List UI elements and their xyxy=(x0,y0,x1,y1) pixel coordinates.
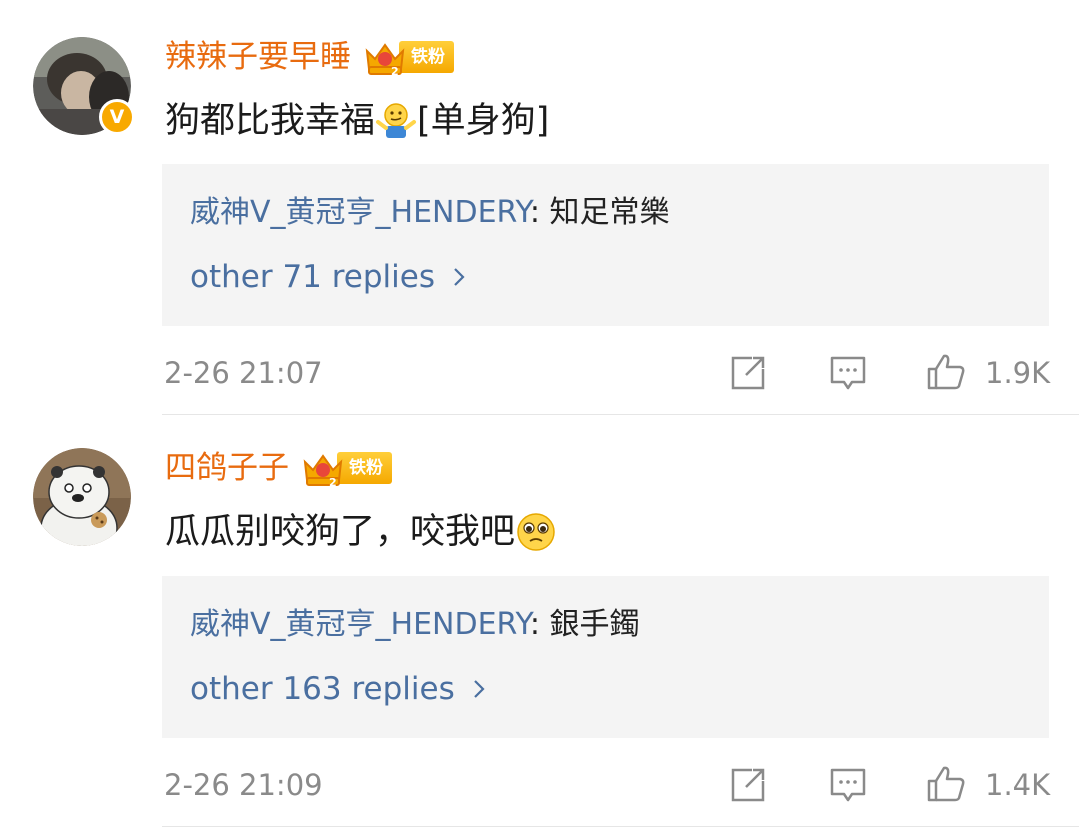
reply-content: 知足常樂 xyxy=(549,195,670,230)
more-replies-link[interactable]: other 163 replies xyxy=(190,668,485,710)
shrug-emoji-icon xyxy=(376,103,417,138)
comment-text-part: [单身狗] xyxy=(417,101,550,141)
timestamp: 2-26 21:09 xyxy=(164,768,323,802)
comment-icon[interactable] xyxy=(828,353,868,393)
reply-author[interactable]: 威神V_黄冠亨_HENDERY xyxy=(190,195,530,230)
like-count: 1.4K xyxy=(985,768,1051,802)
comment-text-part: 瓜瓜别咬狗了，咬我吧 xyxy=(165,512,516,552)
reply-line: 威神V_黄冠亨_HENDERY: 銀手鐲 xyxy=(190,604,639,646)
username[interactable]: 四鸽子子 xyxy=(165,447,289,489)
fan-badge[interactable]: 2 铁粉 xyxy=(301,450,392,488)
comment-text-part: 狗都比我幸福 xyxy=(165,101,376,141)
share-icon[interactable] xyxy=(728,765,768,805)
crown-icon: 2 xyxy=(365,43,405,77)
pleading-face-emoji-icon xyxy=(517,513,555,551)
more-replies-label: other 163 replies xyxy=(190,671,455,707)
username[interactable]: 辣辣子要早睡 xyxy=(165,36,351,78)
comment-text: 瓜瓜别咬狗了，咬我吧 xyxy=(165,507,557,557)
avatar[interactable]: V xyxy=(33,37,135,135)
avatar[interactable] xyxy=(33,448,131,546)
reply-separator: : xyxy=(529,607,540,642)
share-icon[interactable] xyxy=(728,353,768,393)
divider xyxy=(162,414,1079,415)
svg-text:2: 2 xyxy=(329,476,337,488)
chevron-right-icon xyxy=(454,268,465,286)
fan-badge-label: 铁粉 xyxy=(337,452,392,484)
more-replies-link[interactable]: other 71 replies xyxy=(190,256,465,298)
more-replies-label: other 71 replies xyxy=(190,259,436,295)
verified-icon: V xyxy=(99,99,135,135)
reply-content: 銀手鐲 xyxy=(549,607,640,642)
name-row: 四鸽子子 2 铁粉 xyxy=(165,447,392,489)
timestamp: 2-26 21:07 xyxy=(164,356,323,390)
svg-text:2: 2 xyxy=(391,65,399,77)
like-count: 1.9K xyxy=(985,356,1051,390)
reply-author[interactable]: 威神V_黄冠亨_HENDERY xyxy=(190,607,530,642)
like-icon[interactable] xyxy=(926,764,966,804)
name-row: 辣辣子要早睡 2 铁粉 xyxy=(165,36,454,78)
reply-preview[interactable]: 威神V_黄冠亨_HENDERY: 知足常樂 other 71 replies xyxy=(162,164,1049,326)
fan-badge[interactable]: 2 铁粉 xyxy=(363,39,454,77)
divider xyxy=(162,826,1079,827)
reply-preview[interactable]: 威神V_黄冠亨_HENDERY: 銀手鐲 other 163 replies xyxy=(162,576,1049,738)
comment-text: 狗都比我幸福 [单身狗] xyxy=(165,96,549,146)
crown-icon: 2 xyxy=(303,454,343,488)
reply-separator: : xyxy=(529,195,540,230)
like-icon[interactable] xyxy=(926,352,966,392)
comment-icon[interactable] xyxy=(828,765,868,805)
reply-line: 威神V_黄冠亨_HENDERY: 知足常樂 xyxy=(190,192,669,234)
chevron-right-icon xyxy=(473,680,485,698)
fan-badge-label: 铁粉 xyxy=(399,41,454,73)
avatar-photo xyxy=(33,448,131,546)
